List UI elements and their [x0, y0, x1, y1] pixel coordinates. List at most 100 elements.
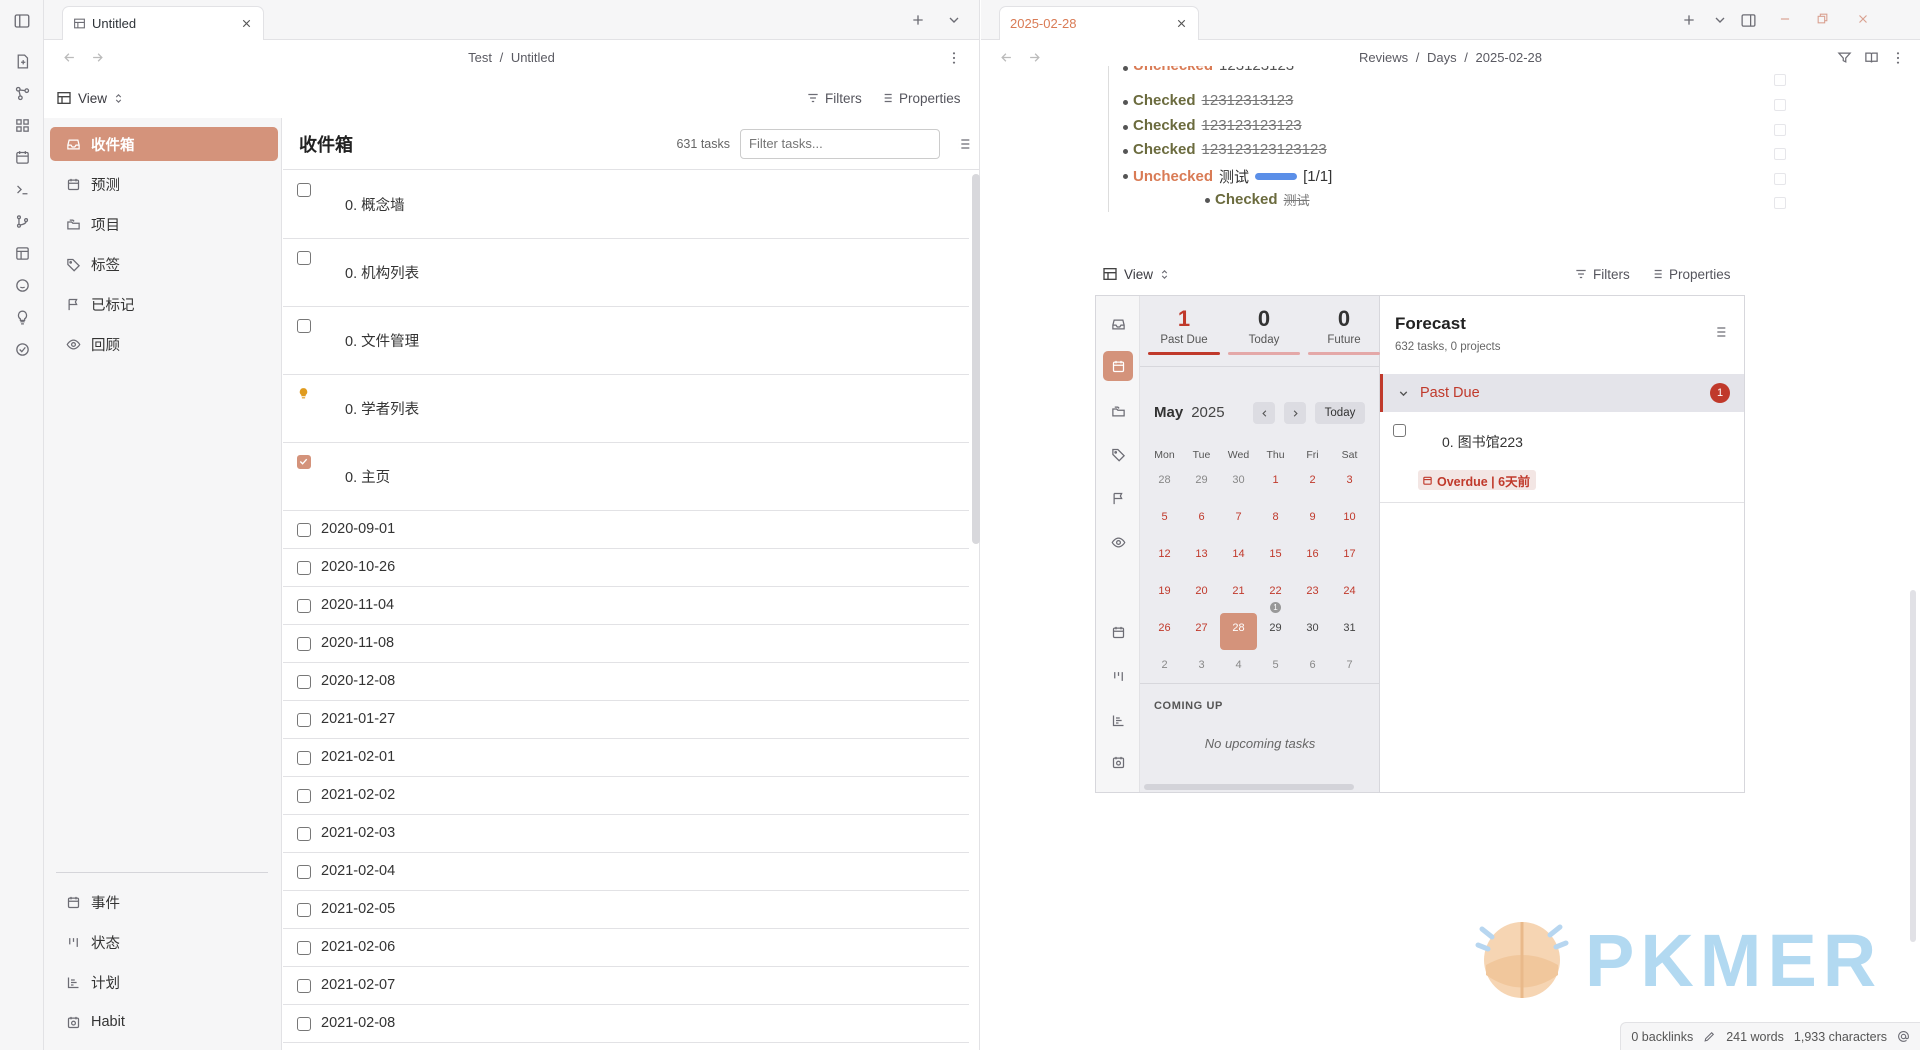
task-checkbox[interactable] — [297, 561, 311, 575]
task-row[interactable]: 2021-02-03 — [283, 815, 969, 853]
task-checkbox[interactable] — [297, 523, 311, 537]
filters-button[interactable]: Filters — [806, 80, 862, 116]
scrollbar-thumb[interactable] — [1910, 590, 1916, 942]
row-checkbox[interactable] — [1774, 99, 1786, 111]
breadcrumb-date[interactable]: 2025-02-28 — [1476, 50, 1543, 65]
task-checkbox[interactable] — [1393, 424, 1406, 437]
task-row[interactable]: 2020-09-01 — [283, 511, 969, 549]
calendar-day[interactable]: 7 — [1220, 502, 1257, 539]
calendar-day[interactable]: 24 — [1331, 576, 1368, 613]
calendar-day[interactable]: 14 — [1220, 539, 1257, 576]
at-sign-icon[interactable] — [1897, 1030, 1910, 1043]
calendar-day[interactable]: 29 — [1257, 613, 1294, 650]
task-row[interactable]: 2021-02-08 — [283, 1005, 969, 1043]
task-row[interactable]: 0. 机构列表 — [283, 239, 969, 307]
calendar-day[interactable]: 4 — [1220, 650, 1257, 687]
task-row[interactable]: 2021-02-07 — [283, 967, 969, 1005]
row-checkbox[interactable] — [1774, 124, 1786, 136]
more-options-icon[interactable] — [1890, 50, 1906, 66]
breadcrumb-file[interactable]: Untitled — [511, 50, 555, 65]
next-month-button[interactable] — [1284, 402, 1306, 424]
calendar-day[interactable]: 28 — [1146, 465, 1183, 502]
habit-icon[interactable] — [1103, 747, 1133, 777]
horizontal-scrollbar[interactable] — [1144, 784, 1354, 790]
calendar-day[interactable]: 17 — [1331, 539, 1368, 576]
prev-month-button[interactable] — [1253, 402, 1275, 424]
bulb-icon[interactable] — [297, 387, 310, 400]
task-checkbox[interactable] — [297, 827, 311, 841]
face-icon[interactable] — [11, 274, 33, 296]
reading-view-icon[interactable] — [1864, 50, 1879, 65]
folders-icon[interactable] — [1103, 396, 1133, 426]
row-checkbox[interactable] — [1774, 148, 1786, 160]
today-button[interactable]: Today — [1315, 402, 1365, 424]
calendar-day[interactable]: 21 — [1220, 576, 1257, 613]
flag-icon[interactable] — [1103, 483, 1133, 513]
minimize-icon[interactable] — [1778, 12, 1792, 26]
check-circle-icon[interactable] — [11, 338, 33, 360]
sidebar-item-inbox[interactable]: 收件箱 — [50, 127, 278, 161]
row-checkbox[interactable] — [1774, 197, 1786, 209]
calendar-day[interactable]: 30 — [1220, 465, 1257, 502]
task-checkbox[interactable] — [297, 865, 311, 879]
task-row[interactable]: 0. 文件管理 — [283, 307, 969, 375]
close-icon[interactable] — [240, 17, 253, 30]
sidebar-item-status[interactable]: 状态 — [50, 925, 278, 959]
task-checkbox[interactable] — [297, 319, 311, 333]
more-options-icon[interactable] — [946, 50, 962, 66]
calendar-day[interactable]: 7 — [1331, 650, 1368, 687]
bulb-icon[interactable] — [11, 306, 33, 328]
calendar-day[interactable]: 6 — [1294, 650, 1331, 687]
breadcrumb-folder[interactable]: Test — [468, 50, 492, 65]
task-checkbox[interactable] — [297, 789, 311, 803]
calendar-day[interactable]: 23 — [1294, 576, 1331, 613]
close-window-icon[interactable] — [1856, 12, 1870, 26]
pencil-icon[interactable] — [1703, 1030, 1716, 1043]
right-sidebar-toggle-icon[interactable] — [1740, 12, 1757, 29]
new-note-icon[interactable] — [11, 50, 33, 72]
calendar-day[interactable]: 3 — [1183, 650, 1220, 687]
backlinks-count[interactable]: 0 backlinks — [1631, 1030, 1693, 1044]
calendar-icon[interactable] — [1103, 617, 1133, 647]
calendar-day[interactable]: 16 — [1294, 539, 1331, 576]
sidebar-item-plan[interactable]: 计划 — [50, 965, 278, 999]
task-row[interactable]: 2021-02-06 — [283, 929, 969, 967]
filter-icon[interactable] — [1837, 50, 1852, 65]
view-button[interactable]: View — [1102, 256, 1170, 292]
sidebar-item-forecast[interactable]: 预测 — [50, 167, 278, 201]
list-menu-icon[interactable] — [956, 136, 972, 152]
calendar-day[interactable]: 9 — [1294, 502, 1331, 539]
task-checkbox[interactable] — [297, 941, 311, 955]
tab-daily-note[interactable]: 2025-02-28 — [999, 6, 1199, 40]
stat-past-due[interactable]: 1 Past Due — [1144, 306, 1224, 355]
kanban-icon[interactable] — [1103, 661, 1133, 691]
calendar-day[interactable]: 29 — [1183, 465, 1220, 502]
sidebar-item-events[interactable]: 事件 — [50, 885, 278, 919]
grid-icon[interactable] — [11, 114, 33, 136]
layout-icon[interactable] — [11, 242, 33, 264]
properties-button[interactable]: Properties — [880, 80, 961, 116]
task-row[interactable]: 0. 图书馆223 Overdue | 6天前 — [1380, 412, 1744, 503]
calendar-icon[interactable] — [11, 146, 33, 168]
calendar-day[interactable]: 20 — [1183, 576, 1220, 613]
breadcrumb-reviews[interactable]: Reviews — [1359, 50, 1408, 65]
calendar-icon[interactable] — [1103, 351, 1133, 381]
calendar-day[interactable]: 22 1 — [1257, 576, 1294, 613]
sidebar-item-projects[interactable]: 项目 — [50, 207, 278, 241]
new-tab-icon[interactable] — [1681, 12, 1697, 28]
task-checkbox[interactable] — [297, 903, 311, 917]
past-due-section[interactable]: Past Due 1 — [1380, 374, 1744, 412]
row-checkbox[interactable] — [1774, 74, 1786, 86]
stat-today[interactable]: 0 Today — [1224, 306, 1304, 355]
calendar-day[interactable]: 27 — [1183, 613, 1220, 650]
filters-button[interactable]: Filters — [1574, 256, 1630, 292]
calendar-day[interactable]: 26 — [1146, 613, 1183, 650]
tag-icon[interactable] — [1103, 439, 1133, 469]
breadcrumb-days[interactable]: Days — [1427, 50, 1457, 65]
view-button[interactable]: View — [56, 80, 124, 116]
calendar-day[interactable]: 19 — [1146, 576, 1183, 613]
chevron-down-icon[interactable] — [1712, 12, 1728, 28]
task-checkbox[interactable] — [297, 713, 311, 727]
calendar-day[interactable]: 10 — [1331, 502, 1368, 539]
calendar-day[interactable]: 5 — [1146, 502, 1183, 539]
